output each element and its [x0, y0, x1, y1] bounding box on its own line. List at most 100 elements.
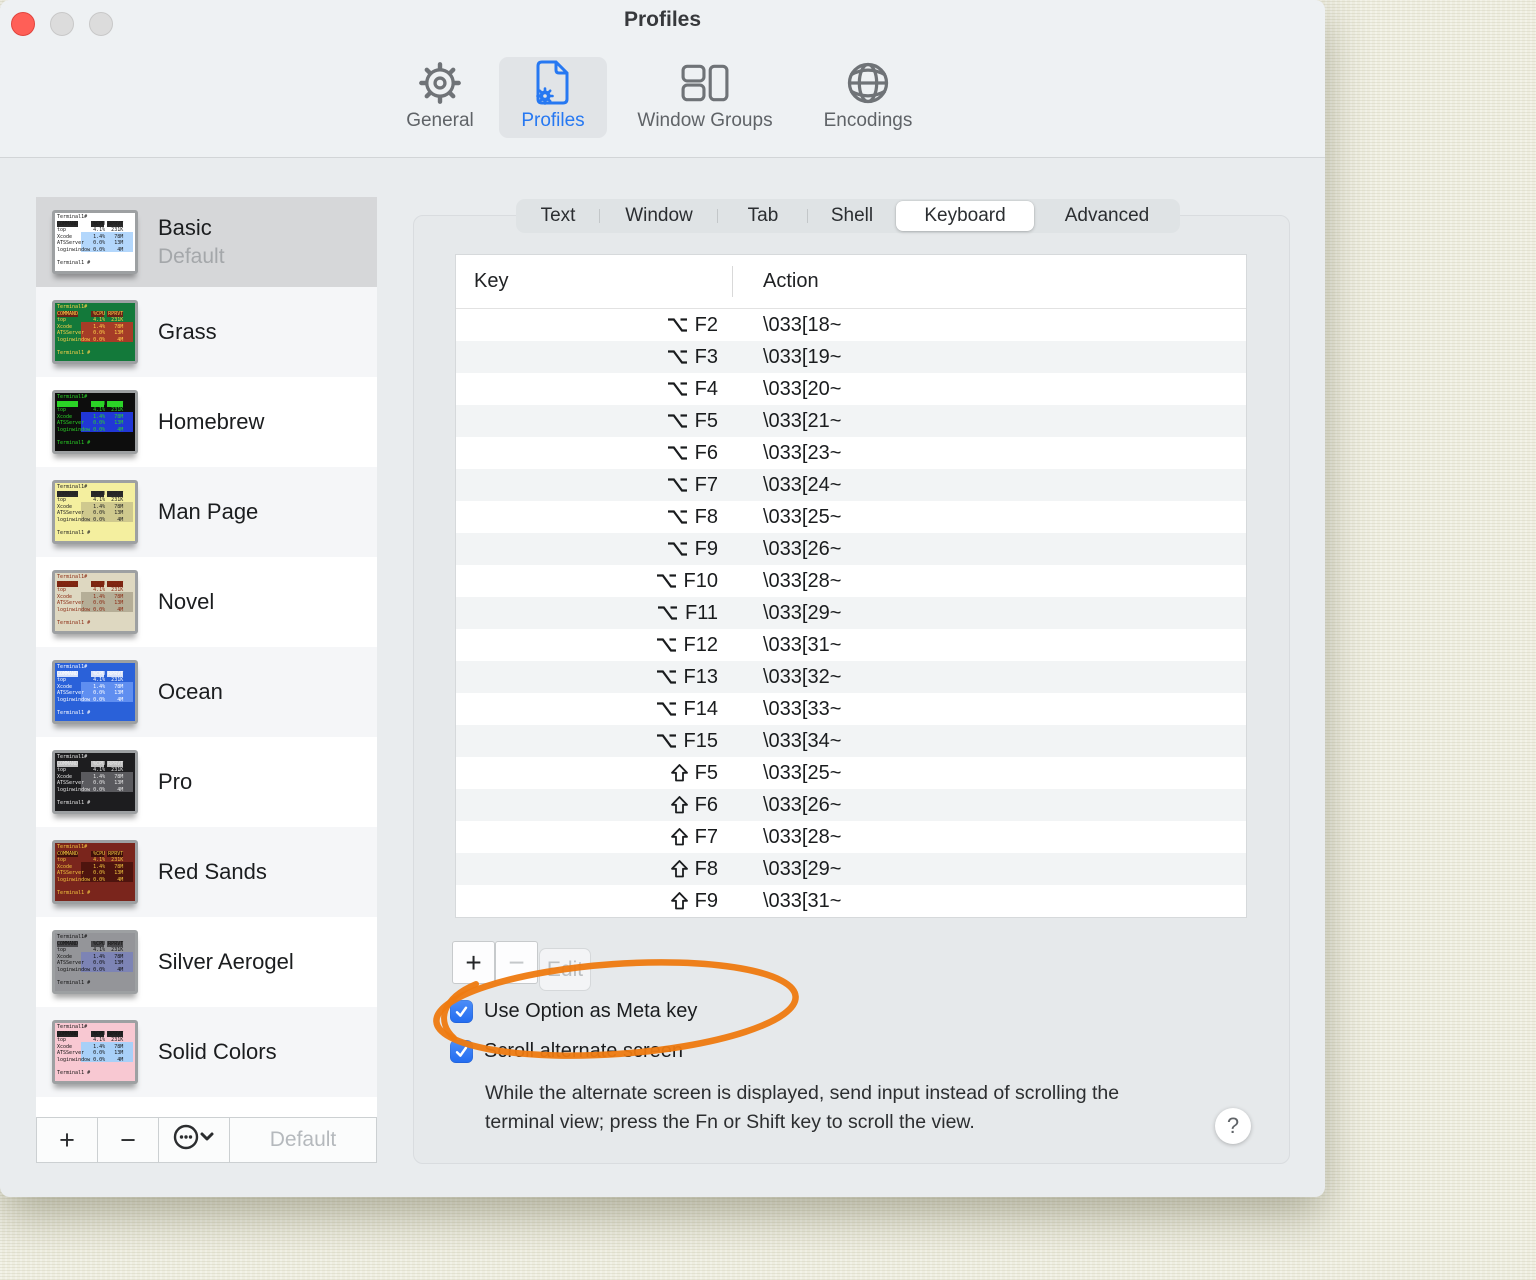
key-cell: F7 — [456, 826, 718, 849]
scroll-alternate-screen-checkbox[interactable] — [450, 1039, 473, 1063]
key-cell: F9 — [456, 890, 718, 913]
profile-name: Basic Default — [158, 215, 225, 268]
alternate-screen-help-text: While the alternate screen is displayed,… — [485, 1082, 1120, 1133]
action-cell: \033[31~ — [763, 633, 842, 656]
shortcut-row[interactable]: F5 \033[21~ — [456, 405, 1246, 437]
profile-row-solid-colors[interactable]: Terminal1# COMMAND %CPU RPRVT top 4.1% 2… — [36, 1007, 377, 1097]
tab-window[interactable]: Window — [600, 199, 718, 233]
shortcut-row[interactable]: F8 \033[29~ — [456, 853, 1246, 885]
toolbar-item-profiles[interactable]: Profiles — [499, 57, 607, 138]
shortcut-row[interactable]: F10 \033[28~ — [456, 565, 1246, 597]
add-key-button[interactable]: + — [452, 941, 495, 984]
key-cell: F8 — [456, 506, 718, 529]
tab-tab[interactable]: Tab — [718, 199, 808, 233]
shortcut-row[interactable]: F4 \033[20~ — [456, 373, 1246, 405]
action-cell: \033[33~ — [763, 697, 842, 720]
action-cell: \033[29~ — [763, 601, 842, 624]
profile-list: Terminal1# COMMAND %CPU RPRVT top 4.1% 2… — [36, 197, 377, 1117]
window-groups-icon — [681, 57, 729, 109]
shortcut-row[interactable]: F9 \033[26~ — [456, 533, 1246, 565]
thumbnail-text: Terminal1# COMMAND %CPU RPRVT top 4.1% 2… — [57, 574, 124, 626]
remove-profile-button[interactable]: − — [98, 1118, 159, 1162]
tab-text[interactable]: Text — [516, 199, 600, 233]
shortcut-row[interactable]: F13 \033[32~ — [456, 661, 1246, 693]
toolbar-label-general: General — [406, 110, 474, 131]
key-cell: F12 — [456, 634, 718, 657]
profile-name: Pro — [158, 769, 193, 794]
shortcut-row[interactable]: F5 \033[25~ — [456, 757, 1246, 789]
use-option-as-meta-key-row: Use Option as Meta key — [450, 999, 697, 1023]
thumbnail-text: Terminal1# COMMAND %CPU RPRVT top 4.1% 2… — [57, 664, 124, 716]
profile-thumbnail: Terminal1# COMMAND %CPU RPRVT top 4.1% 2… — [52, 390, 138, 454]
profile-doc-icon — [532, 57, 574, 109]
action-cell: \033[21~ — [763, 409, 842, 432]
profile-thumbnail: Terminal1# COMMAND %CPU RPRVT top 4.1% 2… — [52, 660, 138, 724]
profile-row-pro[interactable]: Terminal1# COMMAND %CPU RPRVT top 4.1% 2… — [36, 737, 377, 827]
profile-name: Solid Colors — [158, 1039, 277, 1064]
add-profile-button[interactable]: + — [37, 1118, 98, 1162]
tab-advanced[interactable]: Advanced — [1034, 199, 1180, 233]
shortcut-row[interactable]: F14 \033[33~ — [456, 693, 1246, 725]
profile-thumbnail: Terminal1# COMMAND %CPU RPRVT top 4.1% 2… — [52, 1020, 138, 1084]
profile-row-ocean[interactable]: Terminal1# COMMAND %CPU RPRVT top 4.1% 2… — [36, 647, 377, 737]
shortcut-row[interactable]: F7 \033[24~ — [456, 469, 1246, 501]
profile-thumbnail: Terminal1# COMMAND %CPU RPRVT top 4.1% 2… — [52, 300, 138, 364]
profile-row-grass[interactable]: Terminal1# COMMAND %CPU RPRVT top 4.1% 2… — [36, 287, 377, 377]
action-cell: \033[20~ — [763, 377, 842, 400]
tab-shell[interactable]: Shell — [808, 199, 896, 233]
profile-row-red-sands[interactable]: Terminal1# COMMAND %CPU RPRVT top 4.1% 2… — [36, 827, 377, 917]
thumbnail-text: Terminal1# COMMAND %CPU RPRVT top 4.1% 2… — [57, 394, 124, 446]
action-cell: \033[31~ — [763, 889, 842, 912]
terminal-preferences-window: Profiles General Profiles Window Groups … — [0, 0, 1325, 1197]
profile-thumbnail: Terminal1# COMMAND %CPU RPRVT top 4.1% 2… — [52, 210, 138, 274]
key-cell: F10 — [456, 570, 718, 593]
key-cell: F14 — [456, 698, 718, 721]
thumbnail-text: Terminal1# COMMAND %CPU RPRVT top 4.1% 2… — [57, 304, 124, 356]
shortcut-row[interactable]: F6 \033[26~ — [456, 789, 1246, 821]
keyboard-shortcut-table: Key Action F2 \033[18~ F3 \033[19~ F4 \033[20… — [455, 254, 1247, 918]
profile-row-homebrew[interactable]: Terminal1# COMMAND %CPU RPRVT top 4.1% 2… — [36, 377, 377, 467]
checkmark-icon — [455, 1006, 468, 1017]
remove-key-button[interactable]: − — [495, 941, 538, 984]
shortcut-row[interactable]: F2 \033[18~ — [456, 309, 1246, 341]
thumbnail-text: Terminal1# COMMAND %CPU RPRVT top 4.1% 2… — [57, 484, 124, 536]
action-cell: \033[34~ — [763, 729, 842, 752]
key-cell: F13 — [456, 666, 718, 689]
tab-keyboard[interactable]: Keyboard — [896, 201, 1034, 231]
toolbar-label-encodings: Encodings — [823, 110, 913, 131]
key-cell: F4 — [456, 378, 718, 401]
profile-row-man-page[interactable]: Terminal1# COMMAND %CPU RPRVT top 4.1% 2… — [36, 467, 377, 557]
profile-row-basic[interactable]: Terminal1# COMMAND %CPU RPRVT top 4.1% 2… — [36, 197, 377, 287]
shortcut-row[interactable]: F15 \033[34~ — [456, 725, 1246, 757]
shortcut-row[interactable]: F6 \033[23~ — [456, 437, 1246, 469]
shortcut-row[interactable]: F7 \033[28~ — [456, 821, 1246, 853]
toolbar-item-window-groups[interactable]: Window Groups — [622, 57, 788, 138]
thumbnail-text: Terminal1# COMMAND %CPU RPRVT top 4.1% 2… — [57, 1024, 124, 1076]
window-title: Profiles — [623, 8, 702, 31]
key-cell: F8 — [456, 858, 718, 881]
edit-key-button[interactable]: Edit — [539, 948, 591, 991]
profile-row-silver-aerogel[interactable]: Terminal1# COMMAND %CPU RPRVT top 4.1% 2… — [36, 917, 377, 1007]
key-cell: F7 — [456, 474, 718, 497]
shortcut-row[interactable]: F11 \033[29~ — [456, 597, 1246, 629]
key-cell: F15 — [456, 730, 718, 753]
action-cell: \033[26~ — [763, 537, 842, 560]
shortcut-row[interactable]: F3 \033[19~ — [456, 341, 1246, 373]
profile-name: Silver Aerogel — [158, 949, 294, 974]
toolbar-item-general[interactable]: General — [395, 57, 485, 138]
more-options-button[interactable] — [159, 1118, 230, 1162]
ellipsis-circle-chevron-icon — [173, 1123, 215, 1158]
toolbar-label-profiles: Profiles — [521, 110, 585, 131]
use-option-as-meta-key-checkbox[interactable] — [450, 999, 473, 1023]
profile-name: Homebrew — [158, 409, 265, 434]
shortcut-row[interactable]: F9 \033[31~ — [456, 885, 1246, 917]
default-button[interactable]: Default — [230, 1118, 376, 1162]
profile-row-novel[interactable]: Terminal1# COMMAND %CPU RPRVT top 4.1% 2… — [36, 557, 377, 647]
shortcut-row[interactable]: F8 \033[25~ — [456, 501, 1246, 533]
toolbar-item-encodings[interactable]: Encodings — [812, 57, 924, 138]
thumbnail-text: Terminal1# COMMAND %CPU RPRVT top 4.1% 2… — [57, 754, 124, 806]
help-button[interactable]: ? — [1215, 1108, 1251, 1144]
profile-name: Novel — [158, 589, 215, 614]
shortcut-row[interactable]: F12 \033[31~ — [456, 629, 1246, 661]
action-cell: \033[25~ — [763, 505, 842, 528]
